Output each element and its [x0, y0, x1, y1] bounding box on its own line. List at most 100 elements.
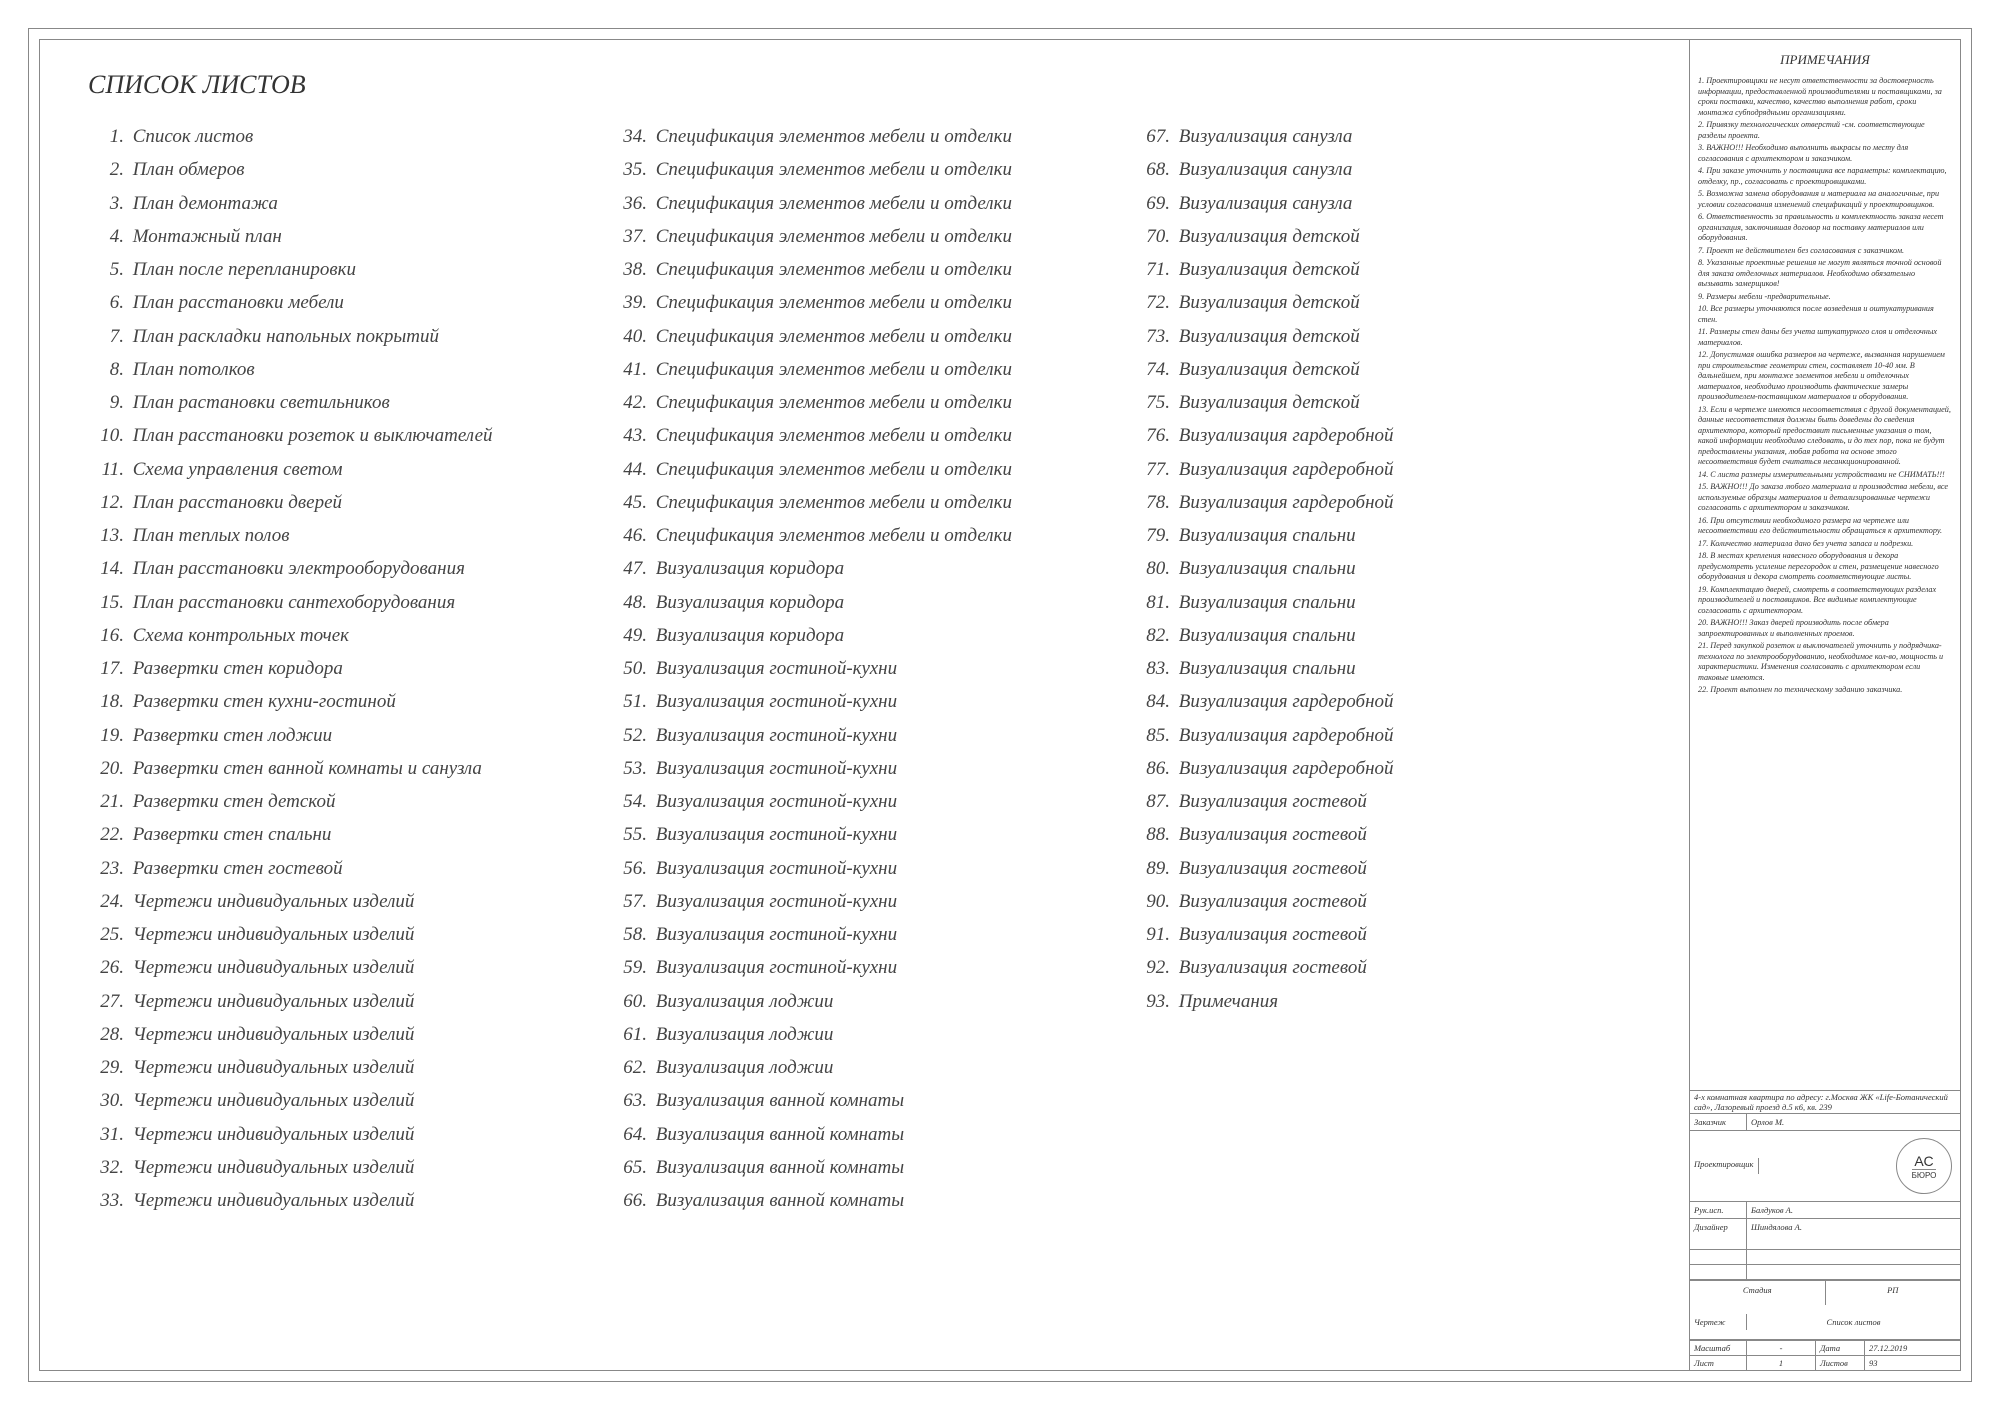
- sheet-list-item: 75. Визуализация детской: [1142, 386, 1633, 419]
- note-item: 3. ВАЖНО!!! Необходимо выполнить выкрасы…: [1698, 143, 1952, 164]
- page-outer-frame: СПИСОК ЛИСТОВ 1. Список листов2. План об…: [28, 28, 1972, 1382]
- sheet-list-item: 90. Визуализация гостевой: [1142, 885, 1633, 918]
- sheet-list-item: 30. Чертежи индивидуальных изделий: [96, 1084, 587, 1117]
- sheet-list-item: 29. Чертежи индивидуальных изделий: [96, 1051, 587, 1084]
- sheet-list-item: 73. Визуализация детской: [1142, 320, 1633, 353]
- sheet-list-item: 45. Спецификация элементов мебели и отде…: [619, 486, 1110, 519]
- sheet-list-col2: 34. Спецификация элементов мебели и отде…: [603, 120, 1126, 1350]
- note-item: 6. Ответственность за правильность и ком…: [1698, 212, 1952, 244]
- sheet-list-item: 25. Чертежи индивидуальных изделий: [96, 918, 587, 951]
- sheet-title-label: Чертеж: [1690, 1314, 1747, 1330]
- sheet-list-item: 43. Спецификация элементов мебели и отде…: [619, 419, 1110, 452]
- sheet-list-item: 36. Спецификация элементов мебели и отде…: [619, 187, 1110, 220]
- sheet-list-item: 35. Спецификация элементов мебели и отде…: [619, 153, 1110, 186]
- sheet-list-item: 31. Чертежи индивидуальных изделий: [96, 1118, 587, 1151]
- sheet-list-item: 64. Визуализация ванной комнаты: [619, 1118, 1110, 1151]
- stage-row: Стадия РП: [1690, 1280, 1960, 1305]
- sheet-list-item: 47. Визуализация коридора: [619, 552, 1110, 585]
- sheet-list-item: 22. Развертки стен спальни: [96, 818, 587, 851]
- sheet-list-item: 52. Визуализация гостиной-кухни: [619, 719, 1110, 752]
- page-inner-frame: СПИСОК ЛИСТОВ 1. Список листов2. План об…: [39, 39, 1961, 1371]
- sheet-list-item: 76. Визуализация гардеробной: [1142, 419, 1633, 452]
- sheet-list-item: 15. План расстановки сантехоборудования: [96, 586, 587, 619]
- sheet-list-item: 18. Развертки стен кухни-гостиной: [96, 685, 587, 718]
- sheet-list-item: 20. Развертки стен ванной комнаты и сану…: [96, 752, 587, 785]
- sheet-list-item: 57. Визуализация гостиной-кухни: [619, 885, 1110, 918]
- sheet-list-item: 55. Визуализация гостиной-кухни: [619, 818, 1110, 851]
- sheet-list-item: 16. Схема контрольных точек: [96, 619, 587, 652]
- sheet-list-item: 59. Визуализация гостиной-кухни: [619, 951, 1110, 984]
- sheet-list-item: 19. Развертки стен лоджии: [96, 719, 587, 752]
- sheet-list-item: 61. Визуализация лоджии: [619, 1018, 1110, 1051]
- sheet-list-item: 34. Спецификация элементов мебели и отде…: [619, 120, 1110, 153]
- sheet-list-item: 1. Список листов: [96, 120, 587, 153]
- note-item: 8. Указанные проектные решения не могут …: [1698, 258, 1952, 290]
- sheet-list-item: 62. Визуализация лоджии: [619, 1051, 1110, 1084]
- notes-title: ПРИМЕЧАНИЯ: [1698, 52, 1952, 68]
- client-name: Орлов М.: [1747, 1114, 1960, 1130]
- sheet-list-item: 71. Визуализация детской: [1142, 253, 1633, 286]
- sheet-list-item: 88. Визуализация гостевой: [1142, 818, 1633, 851]
- client-label: Заказчик: [1690, 1114, 1747, 1130]
- footer-row-1: Масштаб - Дата 27.12.2019: [1690, 1340, 1960, 1355]
- note-item: 5. Возможна замена оборудования и матери…: [1698, 189, 1952, 210]
- sheet-list-item: 28. Чертежи индивидуальных изделий: [96, 1018, 587, 1051]
- note-item: 7. Проект не действителен без согласован…: [1698, 246, 1952, 257]
- sheet-list-item: 54. Визуализация гостиной-кухни: [619, 785, 1110, 818]
- note-item: 20. ВАЖНО!!! Заказ дверей производить по…: [1698, 618, 1952, 639]
- sheet-list-item: 33. Чертежи индивидуальных изделий: [96, 1184, 587, 1217]
- sheet-list-item: 3. План демонтажа: [96, 187, 587, 220]
- designer-label: Проектировщик: [1690, 1158, 1759, 1174]
- main-content: СПИСОК ЛИСТОВ 1. Список листов2. План об…: [40, 40, 1689, 1370]
- note-item: 14. С листа размеры измерительными устро…: [1698, 470, 1952, 481]
- sheet-list-col1: 1. Список листов2. План обмеров3. План д…: [80, 120, 603, 1350]
- sheet-list-item: 5. План после перепланировки: [96, 253, 587, 286]
- sheet-list-item: 41. Спецификация элементов мебели и отде…: [619, 353, 1110, 386]
- note-item: 12. Допустимая ошибка размеров на чертеж…: [1698, 350, 1952, 403]
- sheet-list-item: 10. План расстановки розеток и выключате…: [96, 419, 587, 452]
- role-row: ДизайнерШиндялова А.: [1690, 1219, 1960, 1235]
- sheet-list-item: 13. План теплых полов: [96, 519, 587, 552]
- note-item: 21. Перед закупкой розеток и выключателе…: [1698, 641, 1952, 683]
- sheet-list-item: 50. Визуализация гостиной-кухни: [619, 652, 1110, 685]
- notes-block: ПРИМЕЧАНИЯ 1. Проектировщики не несут от…: [1690, 40, 1960, 1090]
- sheet-list-item: 83. Визуализация спальни: [1142, 652, 1633, 685]
- sheet-list-item: 67. Визуализация санузла: [1142, 120, 1633, 153]
- sheet-list-item: 26. Чертежи индивидуальных изделий: [96, 951, 587, 984]
- sheet-list-item: 68. Визуализация санузла: [1142, 153, 1633, 186]
- sheet-list-item: 27. Чертежи индивидуальных изделий: [96, 985, 587, 1018]
- sheet-list-item: 12. План расстановки дверей: [96, 486, 587, 519]
- sheet-list-item: 87. Визуализация гостевой: [1142, 785, 1633, 818]
- sheet-list-item: 8. План потолков: [96, 353, 587, 386]
- sheet-list-item: 49. Визуализация коридора: [619, 619, 1110, 652]
- sheet-list-item: 14. План расстановки электрооборудования: [96, 552, 587, 585]
- stage-label: Стадия: [1690, 1281, 1826, 1305]
- footer-row-2: Лист 1 Листов 93: [1690, 1355, 1960, 1370]
- sheet-list-col3: 67. Визуализация санузла68. Визуализация…: [1126, 120, 1649, 1350]
- sheet-list-item: 89. Визуализация гостевой: [1142, 852, 1633, 885]
- sheet-list-item: 37. Спецификация элементов мебели и отде…: [619, 220, 1110, 253]
- note-item: 4. При заказе уточнить у поставщика все …: [1698, 166, 1952, 187]
- note-item: 11. Размеры стен даны без учета штукатур…: [1698, 327, 1952, 348]
- note-item: 1. Проектировщики не несут ответственнос…: [1698, 76, 1952, 118]
- sheet-list-item: 40. Спецификация элементов мебели и отде…: [619, 320, 1110, 353]
- sheet-list-item: 93. Примечания: [1142, 985, 1633, 1018]
- page-title: СПИСОК ЛИСТОВ: [88, 70, 1649, 100]
- sheet-list-item: 48. Визуализация коридора: [619, 586, 1110, 619]
- sheet-list-item: 24. Чертежи индивидуальных изделий: [96, 885, 587, 918]
- sheet-list-item: 9. План растановки светильников: [96, 386, 587, 419]
- sheet-list-item: 78. Визуализация гардеробной: [1142, 486, 1633, 519]
- role-row: Рук.исп.Балдуков А.: [1690, 1202, 1960, 1219]
- sheet-list-item: 66. Визуализация ванной комнаты: [619, 1184, 1110, 1217]
- sheet-list-item: 51. Визуализация гостиной-кухни: [619, 685, 1110, 718]
- sheet-list-item: 77. Визуализация гардеробной: [1142, 453, 1633, 486]
- sheet-list-item: 39. Спецификация элементов мебели и отде…: [619, 286, 1110, 319]
- sheet-list-item: 4. Монтажный план: [96, 220, 587, 253]
- sheet-list-item: 46. Спецификация элементов мебели и отде…: [619, 519, 1110, 552]
- sheet-list-item: 56. Визуализация гостиной-кухни: [619, 852, 1110, 885]
- sheet-list-item: 7. План раскладки напольных покрытий: [96, 320, 587, 353]
- note-item: 17. Количество материала дано без учета …: [1698, 539, 1952, 550]
- sheet-title: Список листов: [1747, 1314, 1960, 1330]
- sheet-list-item: 74. Визуализация детской: [1142, 353, 1633, 386]
- sheet-list-item: 80. Визуализация спальни: [1142, 552, 1633, 585]
